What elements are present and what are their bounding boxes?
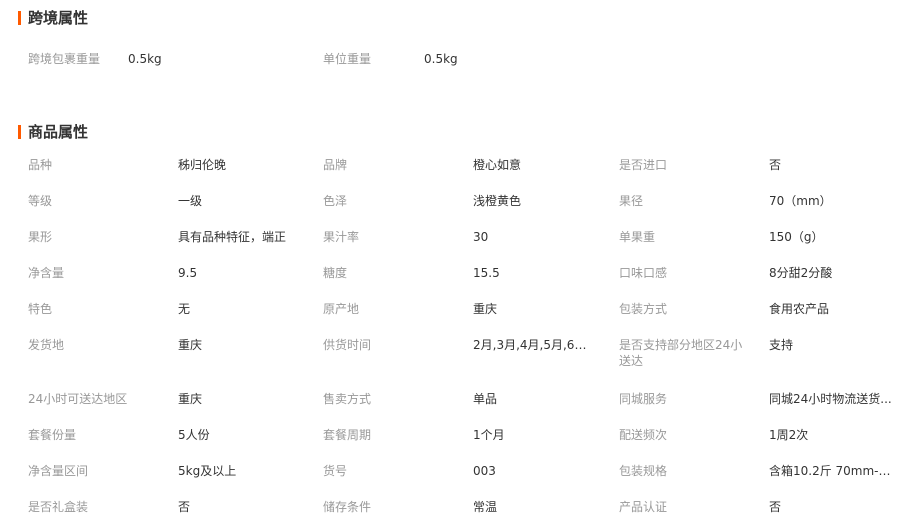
attr-label: 供货时间 <box>323 338 372 352</box>
attr-value: 1周2次 <box>769 428 809 442</box>
attr-value: 重庆 <box>178 338 203 352</box>
attr-value: 支持 <box>769 338 794 352</box>
attr-value: 否 <box>769 158 782 172</box>
attr-value: 15.5 <box>473 266 500 280</box>
attr-label: 24小时可送达地区 <box>28 392 128 406</box>
attr-value: 秭归伦晚 <box>178 158 227 172</box>
attr-value: 无 <box>178 302 191 316</box>
attr-label: 等级 <box>28 194 53 208</box>
attr-value: 重庆 <box>178 392 203 406</box>
attr-label: 糖度 <box>323 266 348 280</box>
attr-label: 发货地 <box>28 338 65 352</box>
attr-label: 果汁率 <box>323 230 360 244</box>
attr-label: 口味口感 <box>619 266 668 280</box>
section-accent-bar <box>18 10 21 25</box>
attr-label: 果形 <box>28 230 53 244</box>
attr-label: 净含量区间 <box>28 464 89 478</box>
attr-value: 150（g） <box>769 230 824 244</box>
attr-value: 否 <box>769 500 782 514</box>
attr-label: 包装方式 <box>619 302 668 316</box>
attr-value: 食用农产品 <box>769 302 830 316</box>
attr-value: 具有品种特征，端正 <box>178 230 287 244</box>
attr-value: 30 <box>473 230 489 244</box>
attr-label: 净含量 <box>28 266 65 280</box>
attr-value: 2月,3月,4月,5月,6月,... <box>473 338 597 352</box>
attr-label: 是否礼盒装 <box>28 500 89 514</box>
attr-label: 配送频次 <box>619 428 668 442</box>
attr-value: 否 <box>178 500 191 514</box>
attr-label: 单位重量 <box>323 52 372 66</box>
attr-value: 5kg及以上 <box>178 464 237 478</box>
attr-label: 色泽 <box>323 194 348 208</box>
attr-value: 003 <box>473 464 496 478</box>
section-accent-bar <box>18 124 21 139</box>
attr-label: 货号 <box>323 464 348 478</box>
attr-label: 跨境包裹重量 <box>28 52 101 66</box>
attr-value: 含箱10.2斤 70mm-75... <box>769 464 893 478</box>
attr-value: 同城24小时物流送货... <box>769 392 892 406</box>
attr-value: 一级 <box>178 194 203 208</box>
section-title-product: 商品属性 <box>18 121 88 142</box>
attr-label: 套餐周期 <box>323 428 372 442</box>
attr-label: 品种 <box>28 158 53 172</box>
attr-value: 5人份 <box>178 428 210 442</box>
section-title-cross-border: 跨境属性 <box>18 7 88 28</box>
section-title-text: 商品属性 <box>28 123 89 141</box>
attr-value: 常温 <box>473 500 498 514</box>
attr-label: 包装规格 <box>619 464 668 478</box>
attr-value: 1个月 <box>473 428 505 442</box>
attr-label: 售卖方式 <box>323 392 372 406</box>
attr-label: 储存条件 <box>323 500 372 514</box>
attr-label: 品牌 <box>323 158 348 172</box>
attr-value: 单品 <box>473 392 498 406</box>
attr-value: 浅橙黄色 <box>473 194 522 208</box>
attr-label: 果径 <box>619 194 644 208</box>
attr-label: 原产地 <box>323 302 360 316</box>
attr-value: 0.5kg <box>128 52 162 66</box>
attr-value: 重庆 <box>473 302 498 316</box>
attr-label: 单果重 <box>619 230 656 244</box>
attr-value: 70（mm） <box>769 194 832 208</box>
attr-value: 9.5 <box>178 266 198 280</box>
attr-label: 产品认证 <box>619 500 668 514</box>
attr-label: 是否支持部分地区24小送达 <box>619 338 743 368</box>
attr-label: 套餐份量 <box>28 428 77 442</box>
attr-value: 橙心如意 <box>473 158 522 172</box>
attr-value: 0.5kg <box>424 52 458 66</box>
attr-value: 8分甜2分酸 <box>769 266 833 280</box>
section-title-text: 跨境属性 <box>28 9 89 27</box>
attr-label: 特色 <box>28 302 53 316</box>
attr-label: 是否进口 <box>619 158 668 172</box>
attr-label: 同城服务 <box>619 392 668 406</box>
